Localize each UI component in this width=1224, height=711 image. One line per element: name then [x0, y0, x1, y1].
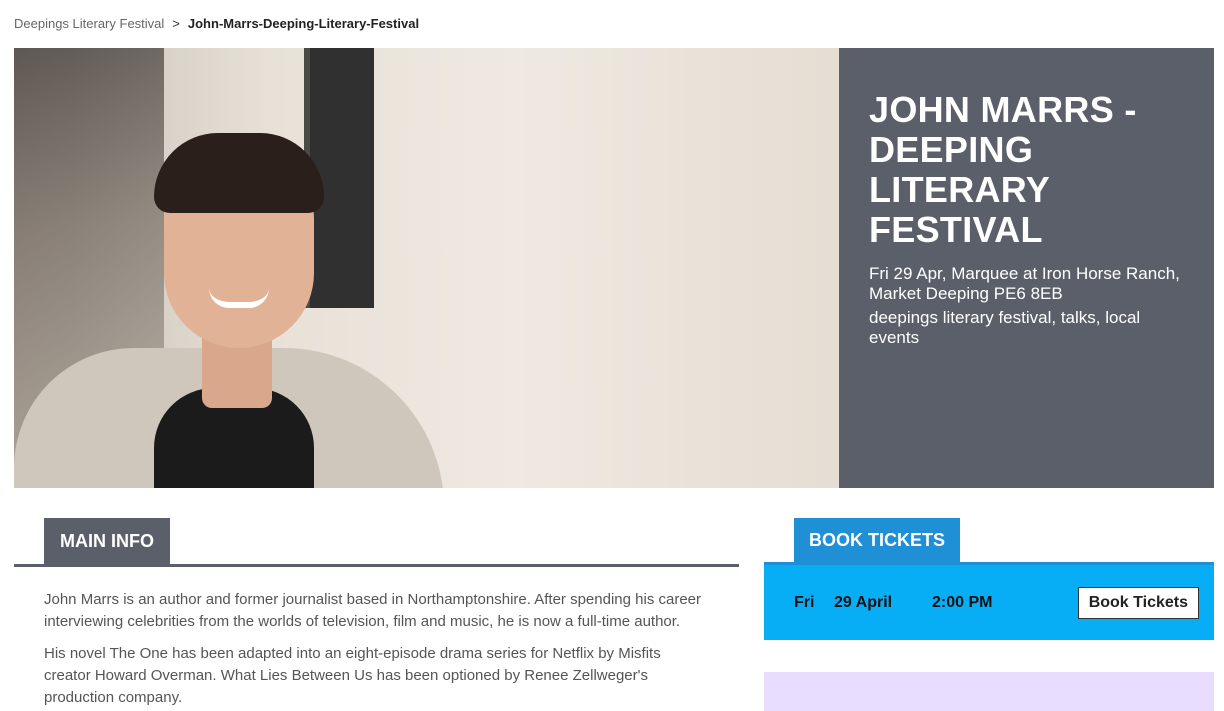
performance-date: 29 April: [834, 593, 893, 611]
event-description: John Marrs is an author and former journ…: [14, 567, 739, 709]
event-info-panel: JOHN MARRS - DEEPING LITERARY FESTIVAL F…: [839, 48, 1214, 488]
event-title-line: DEEPING: [869, 129, 1034, 170]
hero-banner: JOHN MARRS - DEEPING LITERARY FESTIVAL F…: [14, 48, 1214, 488]
chevron-right-icon: >: [172, 16, 180, 31]
book-tickets-button[interactable]: Book Tickets: [1077, 586, 1199, 619]
book-tickets-section: BOOK TICKETS Fri 29 April 2:00 PM Book T…: [764, 518, 1214, 640]
event-title-line: LITERARY: [869, 169, 1051, 210]
performance-day: Fri: [794, 593, 815, 611]
tab-book-tickets: BOOK TICKETS: [794, 518, 961, 562]
performance-row: Fri 29 April 2:00 PM Book Tickets: [764, 562, 1214, 640]
tab-main-info: MAIN INFO: [44, 518, 170, 564]
author-photo: [14, 48, 839, 488]
description-paragraph: John Marrs is an author and former journ…: [44, 591, 702, 630]
main-info-section: MAIN INFO John Marrs is an author and fo…: [14, 518, 739, 709]
breadcrumb-link-festival[interactable]: Deepings Literary Festival: [14, 16, 164, 31]
event-title-line: JOHN MARRS -: [869, 89, 1137, 130]
event-title: JOHN MARRS - DEEPING LITERARY FESTIVAL: [869, 90, 1184, 250]
performance-time: 2:00 PM: [932, 593, 993, 611]
breadcrumb-current: John-Marrs-Deeping-Literary-Festival: [187, 16, 420, 31]
event-tags: deepings literary festival, talks, local…: [869, 308, 1141, 347]
event-title-line: FESTIVAL: [869, 209, 1043, 250]
description-paragraph: His novel The One has been adapted into …: [44, 645, 661, 706]
booking-panel-extra: [764, 672, 1214, 711]
event-date-venue: Fri 29 Apr, Marquee at Iron Horse Ranch,…: [869, 264, 1180, 303]
breadcrumb: Deepings Literary Festival > John-Marrs-…: [14, 16, 419, 31]
